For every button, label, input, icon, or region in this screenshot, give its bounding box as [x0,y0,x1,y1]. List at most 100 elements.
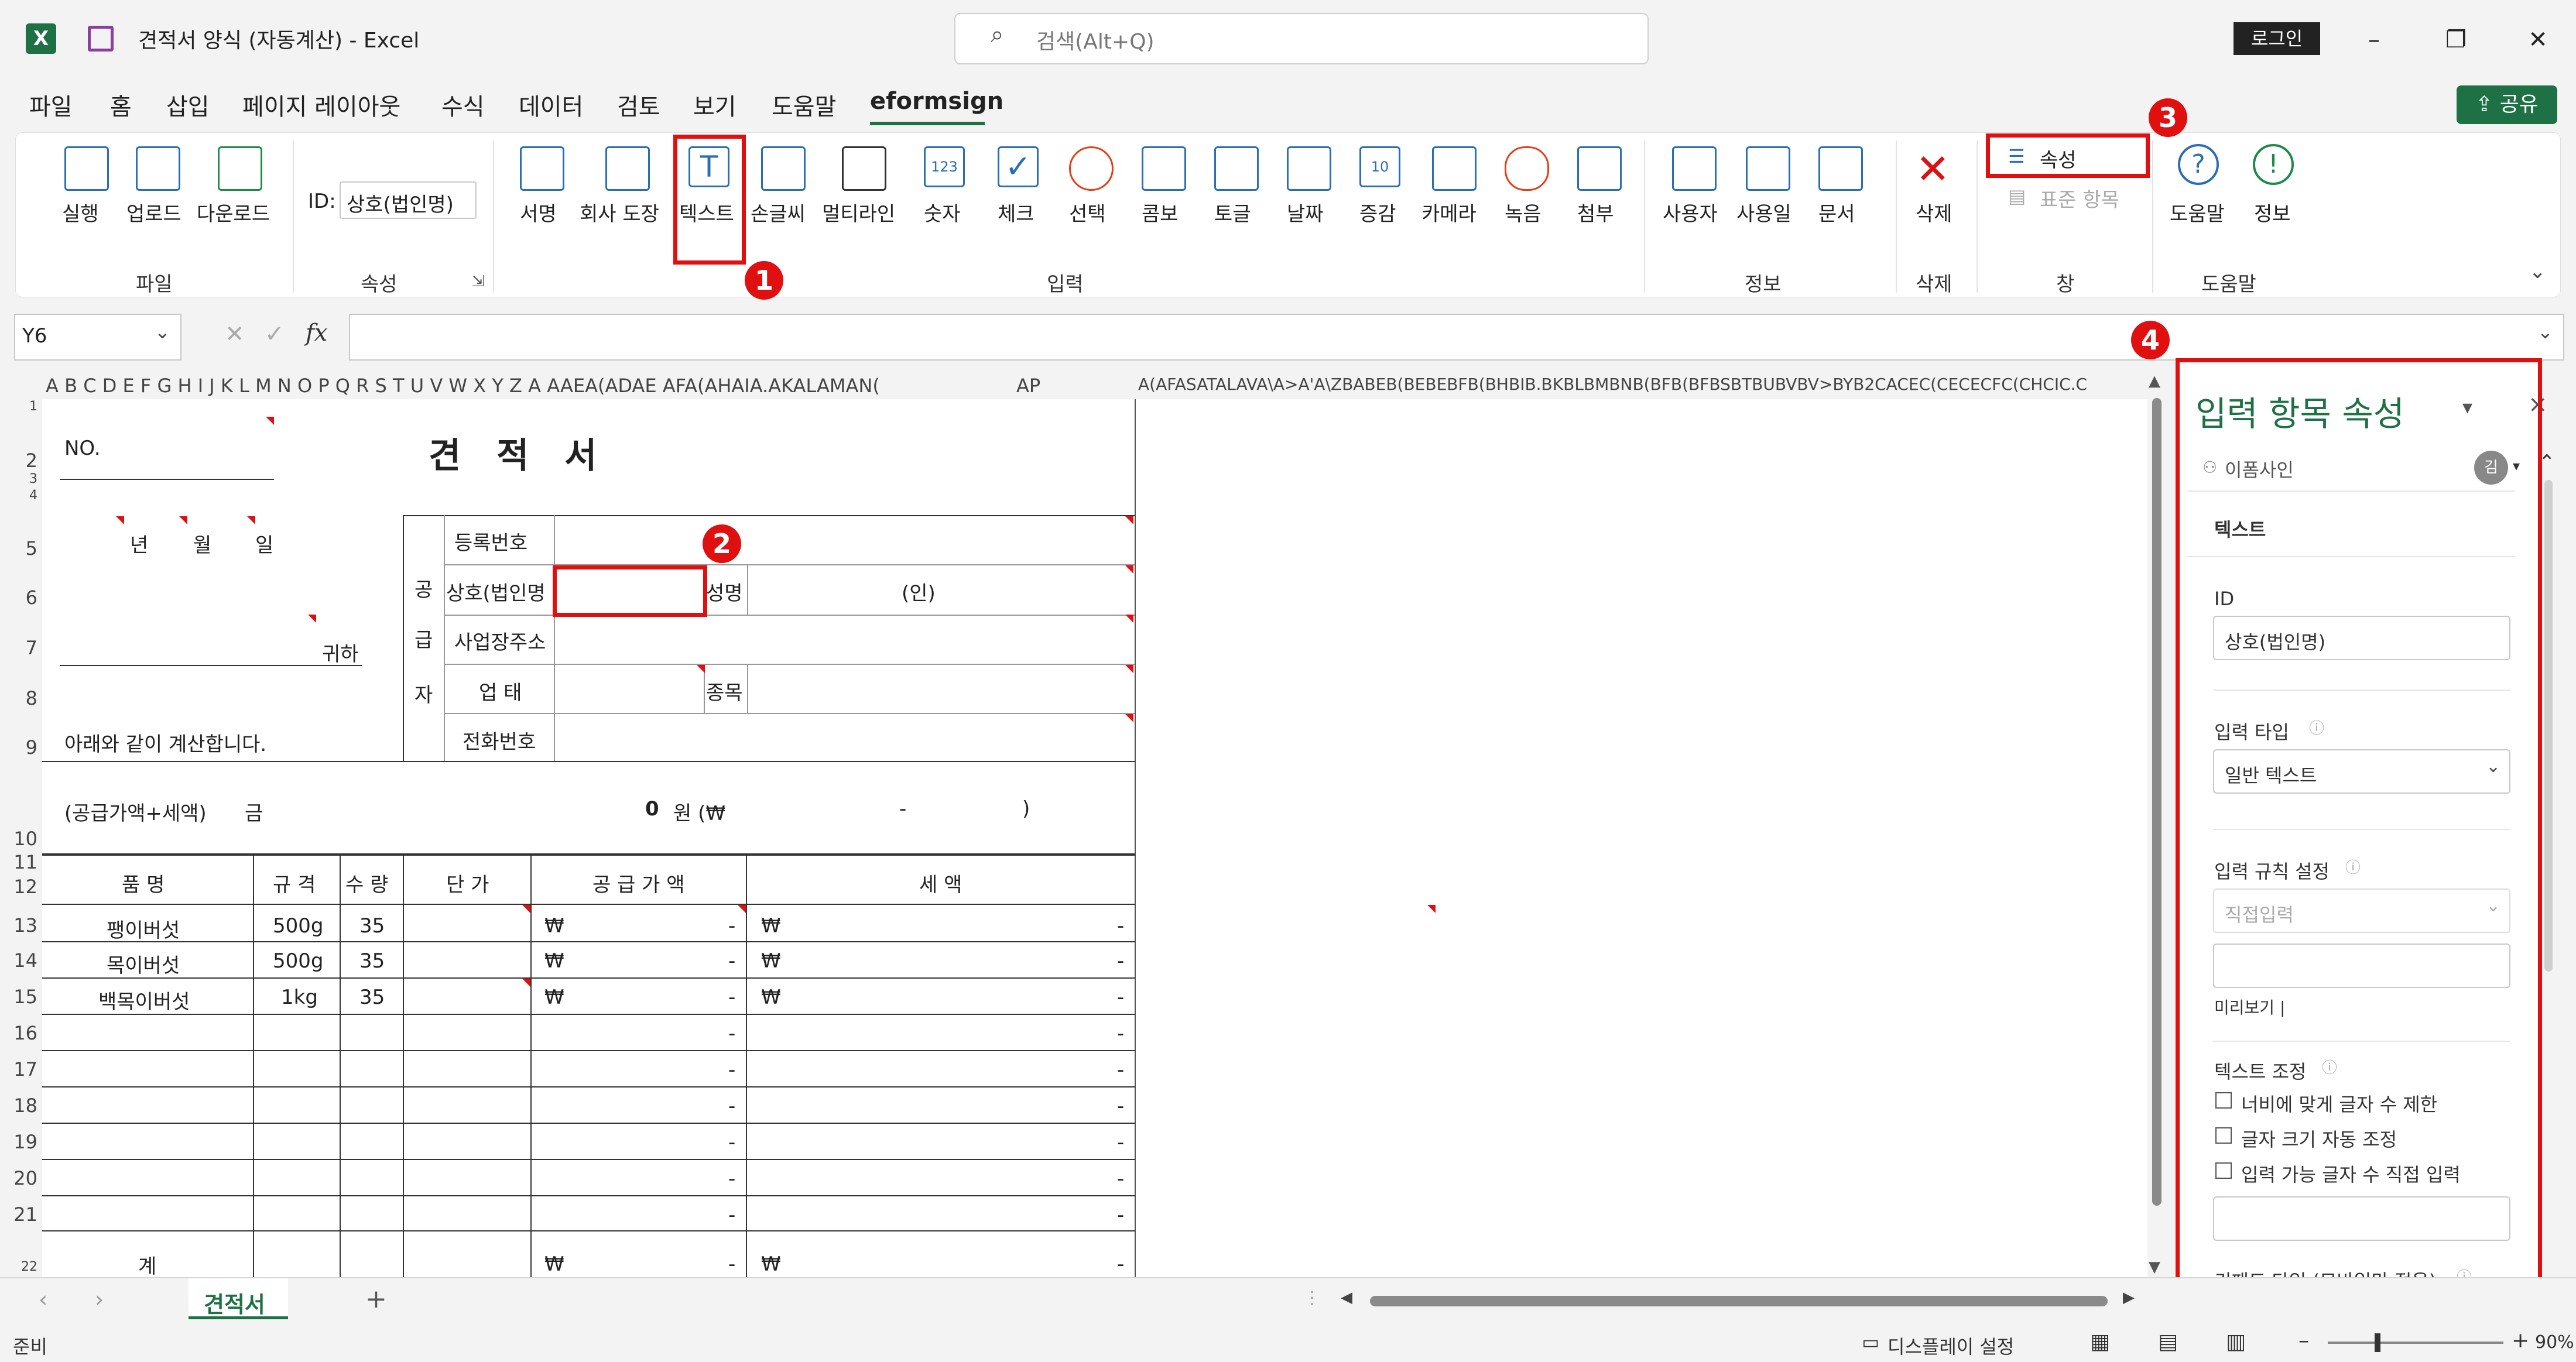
ribbon-info[interactable]: 정보 [2254,198,2291,227]
attach-icon[interactable] [1577,146,1622,191]
combo-icon[interactable] [1142,146,1186,191]
user-icon[interactable] [1672,146,1717,191]
ribbon-upload[interactable]: 업로드 [126,198,181,227]
empty-dash: - [728,1131,736,1154]
menu-help[interactable]: 도움말 [772,88,836,122]
selected-cell-company[interactable] [553,565,707,617]
minimize-icon[interactable]: – [2348,16,2400,63]
prev-sheet-icon[interactable]: ‹ [39,1286,47,1312]
handwriting-icon[interactable] [761,146,806,191]
camera-icon[interactable] [1432,146,1477,191]
menu-view[interactable]: 보기 [693,88,737,122]
panel-scrollbar[interactable] [2544,480,2553,972]
ribbon-attach[interactable]: 첨부 [1577,198,1614,227]
save-icon[interactable] [88,26,114,52]
ribbon-download[interactable]: 다운로드 [197,198,270,227]
login-button[interactable]: 로그인 [2234,22,2320,55]
select-icon[interactable] [1069,146,1114,191]
zoom-slider-thumb[interactable] [2375,1333,2380,1352]
ribbon-select[interactable]: 선택 [1069,198,1106,227]
ribbon-combo[interactable]: 콤보 [1142,198,1179,227]
number-icon[interactable]: 123 [924,146,965,187]
signature-icon[interactable] [520,146,564,191]
download-icon[interactable] [218,146,262,191]
ribbon-company-stamp[interactable]: 회사 도장 [580,198,659,227]
ribbon-date[interactable]: 날짜 [1287,198,1324,227]
hscroll-right-icon[interactable]: ▶ [2123,1289,2135,1306]
close-window-icon[interactable]: ✕ [2512,16,2564,63]
menu-page-layout[interactable]: 페이지 레이아웃 [242,88,400,122]
ribbon-camera[interactable]: 카메라 [1421,198,1477,227]
date-icon[interactable] [1287,146,1331,191]
page-break-view-icon[interactable]: ▥ [2226,1330,2246,1354]
run-icon[interactable] [64,146,109,191]
ribbon-multiline[interactable]: 멀티라인 [822,198,895,227]
sheet-scroll-up-icon[interactable]: ▲ [2149,372,2160,390]
menu-review[interactable]: 검토 [617,88,660,122]
menu-file[interactable]: 파일 [29,88,73,122]
comment-marker [697,665,705,673]
stepper-icon[interactable]: 10 [1359,146,1400,187]
add-sheet-icon[interactable]: + [365,1284,387,1314]
normal-view-icon[interactable]: ▦ [2090,1330,2110,1354]
confirm-entry-icon[interactable]: ✓ [265,321,285,348]
collapse-ribbon-icon[interactable]: ⌄ [2529,260,2546,283]
horizontal-scrollbar[interactable] [1370,1296,2108,1306]
insert-function-icon[interactable]: fx [306,320,327,346]
cancel-entry-icon[interactable]: ✕ [225,321,245,348]
ribbon-help[interactable]: 도움말 [2170,198,2225,227]
multiline-icon[interactable] [842,146,886,191]
sheet-vertical-scrollbar[interactable] [2152,398,2161,1206]
group-window-label: 창 [2056,273,2075,296]
company-stamp-icon[interactable] [605,146,650,191]
dialog-launcher-icon[interactable]: ⇲ [472,273,485,290]
ribbon-stepper[interactable]: 증감 [1359,198,1396,227]
hscroll-left-icon[interactable]: ◀ [1341,1289,1352,1306]
ribbon-check[interactable]: 체크 [998,198,1034,227]
ribbon-signature[interactable]: 서명 [520,198,557,227]
zoom-in-icon[interactable]: + [2512,1329,2529,1353]
record-icon[interactable] [1505,146,1549,191]
menu-home[interactable]: 홈 [110,88,132,122]
date-year: 년 [130,534,149,557]
ribbon-delete[interactable]: 삭제 [1916,198,1952,227]
toggle-icon[interactable] [1214,146,1259,191]
check-icon[interactable]: ✓ [998,146,1039,187]
tabs-splitter-icon[interactable]: ⋮ [1303,1288,1321,1308]
ribbon-document[interactable]: 문서 [1818,198,1855,227]
info-icon[interactable]: ! [2253,144,2294,185]
ribbon-number[interactable]: 숫자 [924,198,961,227]
ribbon-user[interactable]: 사용자 [1663,198,1718,227]
zoom-out-icon[interactable]: – [2298,1329,2309,1353]
ribbon-standard-items[interactable]: 표준 항목 [2040,184,2119,212]
worksheet-grid[interactable] [42,399,2147,1277]
sheet-scroll-down-icon[interactable]: ▼ [2149,1258,2160,1276]
ribbon-record[interactable]: 녹음 [1505,198,1542,227]
upload-icon[interactable] [136,146,180,191]
menu-eformsign[interactable]: eformsign [870,88,1003,115]
usage-date-icon[interactable] [1746,146,1790,191]
zoom-slider-track[interactable] [2328,1342,2503,1344]
display-settings-icon[interactable]: ▭ [1862,1331,1879,1353]
share-button[interactable]: ⇪ 공유 [2457,85,2557,124]
formula-input[interactable] [349,314,2564,361]
ribbon-handwriting[interactable]: 손글씨 [751,198,806,227]
restore-icon[interactable]: ❐ [2430,16,2482,63]
ribbon-toggle[interactable]: 토글 [1214,198,1251,227]
item-tax-dash: - [1117,949,1125,973]
menu-data[interactable]: 데이터 [519,88,583,122]
delete-icon[interactable]: ✕ [1916,145,1950,193]
page-layout-view-icon[interactable]: ▤ [2158,1330,2178,1354]
menu-insert[interactable]: 삽입 [166,88,210,122]
expand-formula-icon[interactable]: ⌄ [2537,321,2553,343]
menu-formulas[interactable]: 수식 [441,88,485,122]
display-settings[interactable]: 디스플레이 설정 [1888,1332,2014,1359]
sheet-tab-active[interactable]: 견적서 [189,1278,288,1319]
ribbon-usage-date[interactable]: 사용일 [1736,198,1791,227]
zoom-level[interactable]: 90% [2535,1332,2574,1353]
next-sheet-icon[interactable]: › [95,1286,104,1312]
help-icon[interactable]: ? [2178,144,2219,185]
ribbon-run[interactable]: 실행 [62,198,99,227]
chevron-down-icon[interactable]: ⌄ [155,321,170,343]
document-icon[interactable] [1818,146,1863,191]
